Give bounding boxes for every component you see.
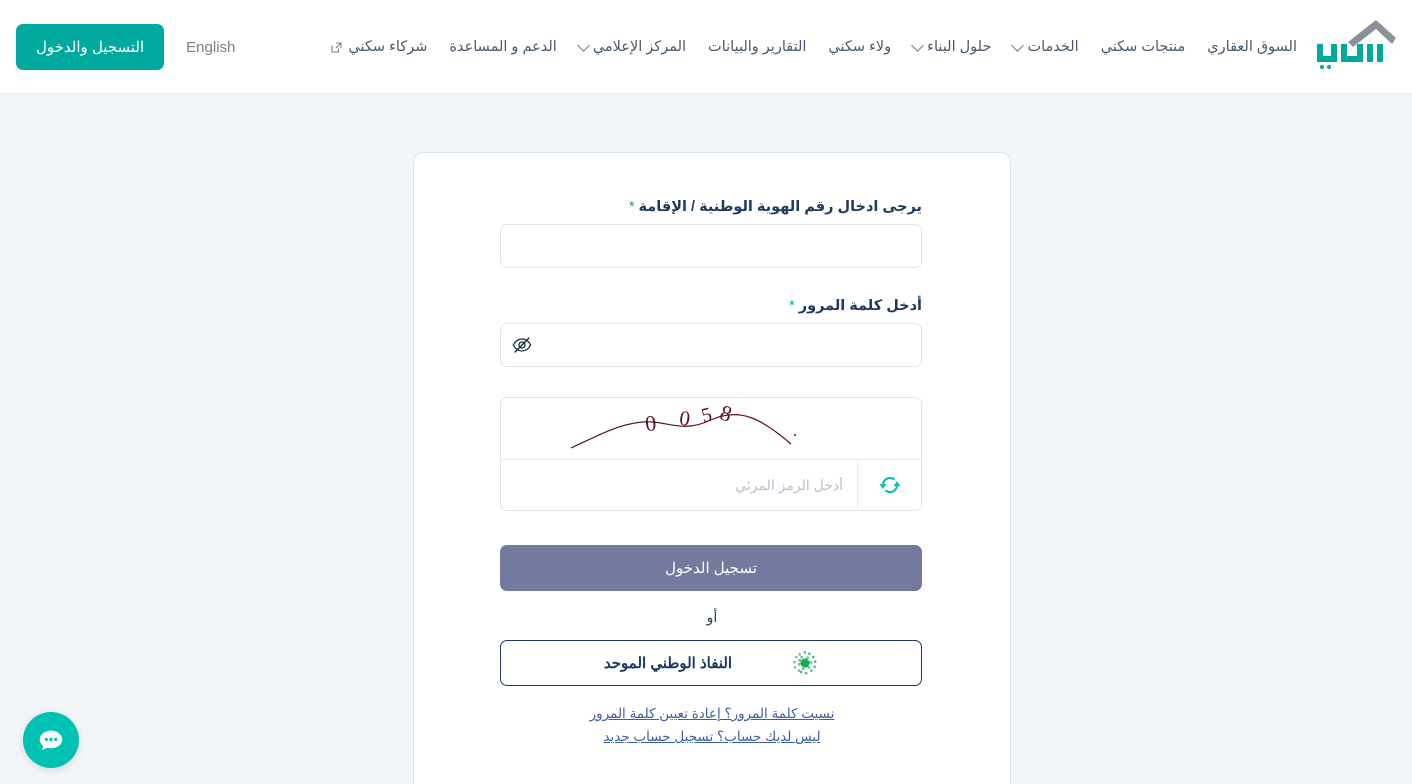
chat-support-button[interactable] <box>23 712 79 768</box>
register-login-button[interactable]: التسجيل والدخول <box>16 24 165 70</box>
captcha-char-0: 0 <box>644 410 658 436</box>
captcha-input-row <box>501 460 921 510</box>
nav-label: حلول البناء <box>927 38 992 55</box>
password-field-wrapper <box>500 323 922 367</box>
chevron-down-icon <box>576 38 590 52</box>
password-visibility-toggle[interactable] <box>510 333 534 357</box>
national-id-input[interactable] <box>500 224 922 268</box>
captcha-challenge-image: 0 0 5 8 <box>570 400 796 449</box>
captcha-refresh-button[interactable] <box>857 460 921 510</box>
captcha-container: 0 0 5 8 <box>500 397 922 511</box>
chevron-down-icon <box>911 38 925 52</box>
required-asterisk: * <box>789 298 795 314</box>
nav-item-7[interactable]: الدعم و المساعدة <box>438 0 567 94</box>
register-account-link[interactable]: ليس لديك حساب؟ تسجيل حساب جديد <box>502 729 922 745</box>
nav-item-3[interactable]: حلول البناء <box>902 0 1002 94</box>
nav-item-6[interactable]: المركز الإعلامي <box>568 0 697 94</box>
login-submit-button[interactable]: تسجيل الدخول <box>500 545 922 591</box>
password-label-text: أدخل كلمة المرور <box>798 298 922 314</box>
house-roof-icon <box>1317 20 1396 69</box>
auxiliary-links: نسيت كلمة المرور؟ إعادة تعيين كلمة المرو… <box>502 706 922 745</box>
nav-label: الخدمات <box>1027 38 1079 55</box>
nav-item-0[interactable]: السوق العقاري <box>1196 0 1308 94</box>
eye-off-icon <box>512 337 532 353</box>
nav-label: السوق العقاري <box>1207 38 1297 55</box>
nav-label: التقارير والبيانات <box>708 38 807 55</box>
sakani-logo[interactable] <box>1312 14 1398 76</box>
password-label: أدخل كلمة المرور * <box>502 298 922 314</box>
nav-item-5[interactable]: التقارير والبيانات <box>697 0 817 94</box>
nav-item-2[interactable]: الخدمات <box>1002 0 1089 94</box>
nav-item-1[interactable]: منتجات سكني <box>1090 0 1197 94</box>
national-id-label-text: يرجى ادخال رقم الهوية الوطنية / الإقامة <box>638 199 922 215</box>
chevron-down-icon <box>1011 38 1025 52</box>
nafath-login-button[interactable]: النفاذ الوطني الموحد <box>500 640 922 686</box>
or-divider-label: أو <box>706 609 718 625</box>
header-actions: التسجيل والدخول English <box>16 0 257 94</box>
language-toggle[interactable]: English <box>164 39 257 56</box>
nafath-label: النفاذ الوطني الموحد <box>603 655 733 672</box>
nav-label: الدعم و المساعدة <box>449 38 557 55</box>
nav-label: شركاء سكني <box>348 38 428 55</box>
site-header: السوق العقاري منتجات سكني الخدمات حلول ا… <box>0 0 1412 94</box>
page-body: يرجى ادخال رقم الهوية الوطنية / الإقامة … <box>0 94 1412 784</box>
external-link-icon <box>331 42 342 52</box>
captcha-input[interactable] <box>501 460 857 510</box>
nav-item-8[interactable]: شركاء سكني <box>319 0 438 94</box>
login-card: يرجى ادخال رقم الهوية الوطنية / الإقامة … <box>413 152 1011 784</box>
chat-bubble-icon <box>39 730 63 751</box>
captcha-char-3: 8 <box>717 400 735 427</box>
refresh-icon <box>879 476 900 494</box>
nav-label: ولاء سكني <box>828 38 892 55</box>
password-input[interactable] <box>500 323 922 367</box>
captcha-image: 0 0 5 8 <box>501 398 921 460</box>
main-navigation: السوق العقاري منتجات سكني الخدمات حلول ا… <box>319 0 1308 94</box>
nav-label: منتجات سكني <box>1100 38 1186 55</box>
nav-label: المركز الإعلامي <box>592 38 687 55</box>
national-id-label: يرجى ادخال رقم الهوية الوطنية / الإقامة … <box>502 199 922 215</box>
nafath-burst-icon <box>793 651 817 675</box>
captcha-char-1: 0 <box>678 405 692 430</box>
required-asterisk: * <box>628 199 635 215</box>
nav-item-4[interactable]: ولاء سكني <box>817 0 902 94</box>
forgot-password-link[interactable]: نسيت كلمة المرور؟ إعادة تعيين كلمة المرو… <box>502 706 922 722</box>
